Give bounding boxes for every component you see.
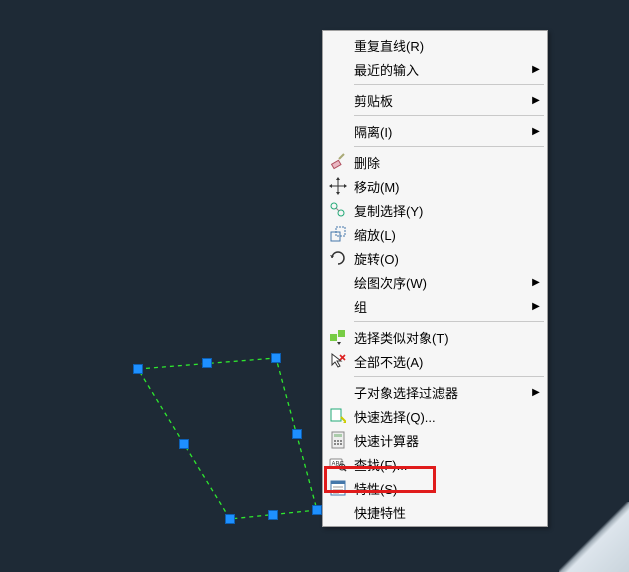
menu-delete[interactable]: 删除	[324, 150, 546, 174]
spacer-icon	[324, 294, 352, 318]
grip-handle[interactable]	[179, 439, 189, 449]
menu-scale[interactable]: 缩放(L)	[324, 222, 546, 246]
menu-quick-calc[interactable]: 快速计算器	[324, 428, 546, 452]
menu-rotate[interactable]: 旋转(O)	[324, 246, 546, 270]
spacer-icon	[324, 33, 352, 57]
copy-icon	[324, 198, 352, 222]
select-similar-icon	[324, 325, 352, 349]
menu-label: 快速选择(Q)...	[352, 407, 546, 426]
grip-handle[interactable]	[312, 505, 322, 515]
menu-label: 复制选择(Y)	[352, 201, 546, 220]
menu-label: 最近的输入	[352, 60, 530, 79]
deselect-icon	[324, 349, 352, 373]
grip-handle[interactable]	[268, 510, 278, 520]
submenu-arrow-icon: ▶	[530, 277, 546, 288]
menu-label: 隔离(I)	[352, 122, 530, 141]
erase-icon	[324, 150, 352, 174]
properties-icon	[324, 476, 352, 500]
menu-label: 缩放(L)	[352, 225, 546, 244]
spacer-icon	[324, 500, 352, 524]
menu-isolate[interactable]: 隔离(I) ▶	[324, 119, 546, 143]
submenu-arrow-icon: ▶	[530, 126, 546, 137]
menu-separator	[354, 115, 544, 116]
grip-handle[interactable]	[292, 429, 302, 439]
menu-label: 剪贴板	[352, 91, 530, 110]
find-icon: ABC	[324, 452, 352, 476]
menu-properties[interactable]: 特性(S)	[324, 476, 546, 500]
spacer-icon	[324, 119, 352, 143]
menu-clipboard[interactable]: 剪贴板 ▶	[324, 88, 546, 112]
menu-deselect-all[interactable]: 全部不选(A)	[324, 349, 546, 373]
menu-quick-properties[interactable]: 快捷特性	[324, 500, 546, 524]
menu-select-similar[interactable]: 选择类似对象(T)	[324, 325, 546, 349]
menu-recent-input[interactable]: 最近的输入 ▶	[324, 57, 546, 81]
menu-label: 组	[352, 297, 530, 316]
menu-label: 查找(F)...	[352, 455, 546, 474]
spacer-icon	[324, 88, 352, 112]
menu-label: 旋转(O)	[352, 249, 546, 268]
menu-subobject-filter[interactable]: 子对象选择过滤器 ▶	[324, 380, 546, 404]
menu-group[interactable]: 组 ▶	[324, 294, 546, 318]
submenu-arrow-icon: ▶	[530, 387, 546, 398]
quick-select-icon	[324, 404, 352, 428]
grip-handle[interactable]	[133, 364, 143, 374]
menu-copy-selection[interactable]: 复制选择(Y)	[324, 198, 546, 222]
menu-separator	[354, 84, 544, 85]
rotate-icon	[324, 246, 352, 270]
context-menu: 重复直线(R) 最近的输入 ▶ 剪贴板 ▶ 隔离(I) ▶ 删除	[322, 30, 548, 527]
spacer-icon	[324, 57, 352, 81]
grip-handle[interactable]	[271, 353, 281, 363]
menu-label: 重复直线(R)	[352, 36, 546, 55]
submenu-arrow-icon: ▶	[530, 64, 546, 75]
menu-find[interactable]: ABC 查找(F)...	[324, 452, 546, 476]
grip-handle[interactable]	[225, 514, 235, 524]
move-icon	[324, 174, 352, 198]
menu-label: 快速计算器	[352, 431, 546, 450]
menu-draw-order[interactable]: 绘图次序(W) ▶	[324, 270, 546, 294]
submenu-arrow-icon: ▶	[530, 301, 546, 312]
menu-separator	[354, 376, 544, 377]
menu-separator	[354, 146, 544, 147]
menu-separator	[354, 321, 544, 322]
menu-move[interactable]: 移动(M)	[324, 174, 546, 198]
menu-label: 选择类似对象(T)	[352, 328, 546, 347]
calculator-icon	[324, 428, 352, 452]
submenu-arrow-icon: ▶	[530, 95, 546, 106]
menu-label: 特性(S)	[352, 479, 546, 498]
menu-label: 绘图次序(W)	[352, 273, 530, 292]
drawing-canvas[interactable]: 重复直线(R) 最近的输入 ▶ 剪贴板 ▶ 隔离(I) ▶ 删除	[0, 0, 629, 572]
menu-label: 快捷特性	[352, 503, 546, 522]
spacer-icon	[324, 270, 352, 294]
menu-label: 删除	[352, 153, 546, 172]
scale-icon	[324, 222, 352, 246]
menu-label: 移动(M)	[352, 177, 546, 196]
menu-quick-select[interactable]: 快速选择(Q)...	[324, 404, 546, 428]
menu-label: 全部不选(A)	[352, 352, 546, 371]
spacer-icon	[324, 380, 352, 404]
menu-label: 子对象选择过滤器	[352, 383, 530, 402]
menu-repeat-line[interactable]: 重复直线(R)	[324, 33, 546, 57]
grip-handle[interactable]	[202, 358, 212, 368]
